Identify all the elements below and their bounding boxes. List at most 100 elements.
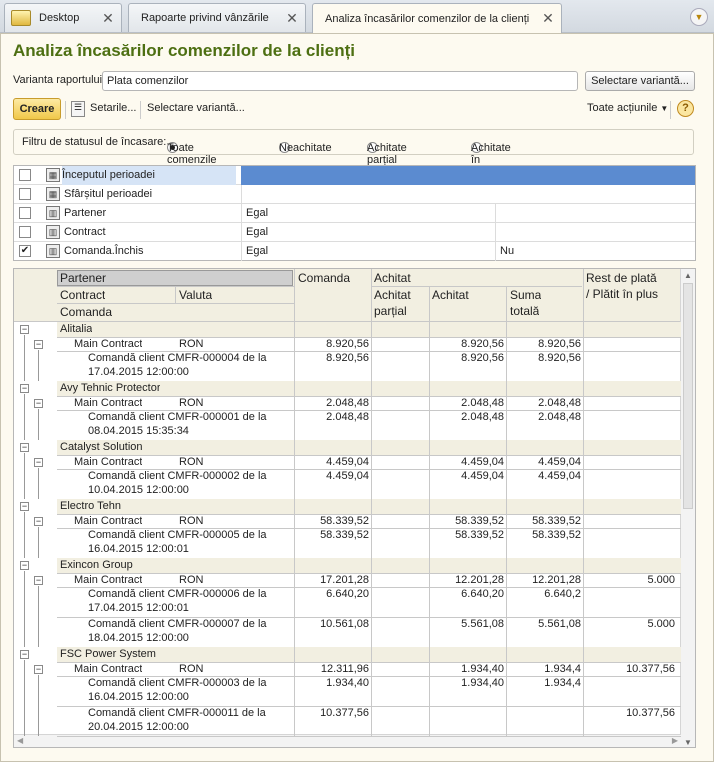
setting-value[interactable]: Nu: [495, 242, 695, 261]
order-line-2[interactable]: 16.04.2015 12:00:01: [88, 543, 189, 555]
scroll-right-icon[interactable]: ▶: [672, 736, 678, 745]
collapse-icon[interactable]: −: [20, 325, 29, 334]
amount-achitat: 8.920,56: [461, 338, 504, 350]
collapse-icon[interactable]: −: [34, 576, 43, 585]
header-partner: Partener: [60, 271, 107, 285]
setting-value[interactable]: [495, 223, 695, 242]
order-line-1[interactable]: Comandă client CMFR-000003 de la: [88, 677, 267, 689]
create-button[interactable]: Creare: [13, 98, 61, 120]
collapse-icon[interactable]: −: [20, 384, 29, 393]
close-icon[interactable]: ✕: [283, 10, 301, 27]
partner-name: Exincon Group: [60, 559, 133, 571]
checkbox[interactable]: [19, 226, 31, 238]
scroll-up-icon[interactable]: ▲: [684, 271, 692, 280]
setting-value[interactable]: [495, 204, 695, 223]
amount-achitat: 12.201,28: [455, 574, 504, 586]
help-icon[interactable]: ?: [677, 100, 694, 117]
order-line-1[interactable]: Comandă client CMFR-000004 de la: [88, 352, 267, 364]
settings-row-order-closed[interactable]: ✔ ▥ Comanda.Închis Egal Nu: [14, 242, 695, 261]
settings-row-contract[interactable]: ▥ Contract Egal: [14, 223, 695, 242]
amount-comanda: 8.920,56: [326, 352, 369, 364]
order-line-2[interactable]: 10.04.2015 12:00:00: [88, 484, 189, 496]
header-remaining-2: / Plătit în plus: [586, 287, 659, 301]
order-line-1[interactable]: Comandă client CMFR-000006 de la: [88, 588, 267, 600]
tree-line: [24, 571, 25, 647]
tab-rapoarte[interactable]: Rapoarte privind vânzările ✕: [128, 3, 306, 32]
collapse-icon[interactable]: −: [34, 458, 43, 467]
order-line-2[interactable]: 08.04.2015 15:35:34: [88, 425, 189, 437]
collapse-icon[interactable]: −: [20, 650, 29, 659]
amount-suma: 2.048,48: [538, 397, 581, 409]
partner-group-row[interactable]: [57, 322, 681, 337]
checkbox[interactable]: [19, 207, 31, 219]
settings-row-period-start[interactable]: ▦ Începutul perioadei: [14, 166, 695, 185]
header-divider: [371, 286, 582, 287]
select-variant-link[interactable]: Selectare variantă...: [147, 102, 245, 114]
amount-comanda: 58.339,52: [320, 529, 369, 541]
order-line-1[interactable]: Comandă client CMFR-000002 de la: [88, 470, 267, 482]
report-form: Analiza încasărilor comenzilor de la cli…: [0, 33, 714, 762]
amount-comanda: 12.311,96: [320, 663, 369, 675]
settings-table: ▦ Începutul perioadei ▦ Sfârșitul perioa…: [13, 165, 696, 261]
setting-condition[interactable]: [241, 185, 695, 204]
collapse-icon[interactable]: −: [34, 399, 43, 408]
option-label: Neachitate: [279, 142, 332, 154]
collapse-icon[interactable]: −: [20, 443, 29, 452]
settings-button[interactable]: Setarile...: [90, 102, 136, 114]
order-line-2[interactable]: 16.04.2015 12:00:00: [88, 691, 189, 703]
amount-rest: 5.000: [647, 618, 675, 630]
currency: RON: [179, 515, 204, 527]
close-icon[interactable]: ✕: [99, 10, 117, 27]
setting-value-selected[interactable]: [241, 166, 695, 185]
order-line-2[interactable]: 18.04.2015 12:00:00: [88, 632, 189, 644]
collapse-icon[interactable]: −: [20, 561, 29, 570]
partner-group-row[interactable]: [57, 499, 681, 514]
checkbox[interactable]: [19, 188, 31, 200]
partner-group-row[interactable]: [57, 440, 681, 455]
checkbox-checked[interactable]: ✔: [19, 245, 31, 257]
page-title: Analiza încasărilor comenzilor de la cli…: [13, 41, 356, 60]
tab-desktop[interactable]: Desktop ✕: [4, 3, 122, 32]
header-divider: [175, 286, 176, 303]
checkbox[interactable]: [19, 169, 31, 181]
settings-row-partner[interactable]: ▥ Partener Egal: [14, 204, 695, 223]
all-actions-menu[interactable]: Toate acțiunile ▼: [587, 102, 668, 114]
amount-rest: 5.000: [647, 574, 675, 586]
header-paid-sub: Achitat: [432, 288, 469, 302]
settings-icon[interactable]: ☰: [71, 101, 85, 117]
collapse-icon[interactable]: −: [34, 517, 43, 526]
tab-label: Desktop: [39, 12, 80, 24]
setting-condition[interactable]: Egal: [241, 242, 495, 261]
variant-label: Varianta raportului:: [13, 74, 106, 86]
close-icon[interactable]: ✕: [539, 10, 557, 27]
report-grid[interactable]: Partener Contract Valuta Comanda Comanda…: [13, 268, 696, 748]
collapse-icon[interactable]: −: [34, 340, 43, 349]
partner-group-row[interactable]: [57, 558, 681, 573]
variant-field[interactable]: Plata comenzilor: [102, 71, 578, 91]
order-line-2[interactable]: 17.04.2015 12:00:00: [88, 366, 189, 378]
vertical-scrollbar[interactable]: ▲ ▼: [680, 269, 695, 747]
select-variant-button[interactable]: Selectare variantă...: [585, 71, 695, 91]
tabs-menu-chevron-icon[interactable]: ▼: [690, 8, 708, 26]
tree-line: [24, 660, 25, 736]
collapse-icon[interactable]: −: [20, 502, 29, 511]
amount-achitat: 4.459,04: [461, 470, 504, 482]
desktop-icon: [11, 10, 31, 26]
tab-analiza[interactable]: Analiza încasărilor comenzilor de la cli…: [312, 3, 562, 33]
contract-name: Main Contract: [74, 397, 143, 409]
order-line-2[interactable]: 17.04.2015 12:00:01: [88, 602, 189, 614]
order-line-1[interactable]: Comandă client CMFR-000001 de la: [88, 411, 267, 423]
order-line-2[interactable]: 20.04.2015 12:00:00: [88, 721, 189, 733]
order-line-1[interactable]: Comandă client CMFR-000011 de la: [88, 707, 266, 719]
scroll-thumb[interactable]: [683, 283, 693, 509]
tree-line: [24, 453, 25, 499]
scroll-down-icon[interactable]: ▼: [684, 738, 692, 747]
header-paid-partial-1: Achitat: [374, 288, 411, 302]
setting-condition[interactable]: Egal: [241, 223, 495, 242]
collapse-icon[interactable]: −: [34, 665, 43, 674]
order-line-1[interactable]: Comandă client CMFR-000005 de la: [88, 529, 267, 541]
scroll-left-icon[interactable]: ◀: [17, 736, 23, 745]
order-line-1[interactable]: Comandă client CMFR-000007 de la: [88, 618, 267, 630]
settings-row-period-end[interactable]: ▦ Sfârșitul perioadei: [14, 185, 695, 204]
setting-condition[interactable]: Egal: [241, 204, 495, 223]
